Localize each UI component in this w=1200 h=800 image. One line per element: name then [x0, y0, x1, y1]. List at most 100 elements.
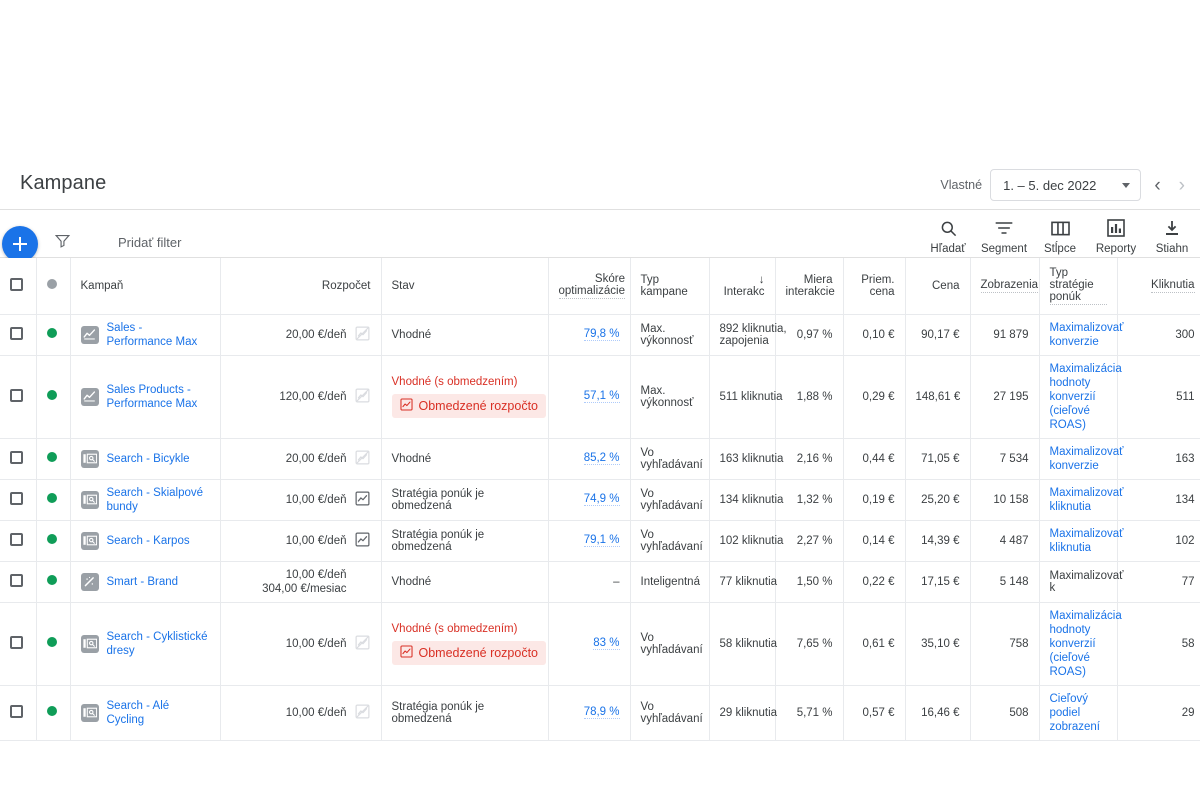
row-checkbox[interactable]: [10, 450, 23, 464]
header-state[interactable]: Stav: [381, 258, 549, 315]
download-button[interactable]: Stiahn: [1144, 214, 1200, 255]
row-status-cell[interactable]: [36, 355, 71, 439]
prev-period-button[interactable]: ‹: [1149, 176, 1165, 195]
row-checkbox-cell[interactable]: [0, 520, 37, 562]
columns-button[interactable]: Stĺpce: [1032, 214, 1088, 255]
bid-strategy-link[interactable]: Maximalizácia hodnoty konverzií (cieľové…: [1050, 610, 1122, 678]
header-clicks[interactable]: Kliknutia: [1117, 258, 1200, 315]
budget-chart-icon[interactable]: [355, 326, 371, 344]
campaign-link[interactable]: Smart - Brand: [107, 575, 179, 589]
budget-value: 10,00 €/deň: [285, 706, 347, 719]
impressions-value: 5 148: [999, 575, 1029, 588]
table-row[interactable]: Search - Alé Cycling 10,00 €/deň Stratégia…: [0, 685, 1200, 741]
table-row[interactable]: Search - Cyklistické dresy 10,00 €/deň Vho…: [0, 602, 1200, 686]
bid-strategy-link[interactable]: Maximalizovať konverzie: [1050, 322, 1124, 348]
campaign-link[interactable]: Sales - Performance Max: [107, 321, 210, 349]
budget-chart-icon[interactable]: [355, 388, 371, 406]
row-checkbox[interactable]: [10, 704, 23, 718]
select-all-header[interactable]: [0, 258, 37, 315]
row-status-cell[interactable]: [36, 314, 71, 356]
budget-chart-icon[interactable]: [355, 450, 371, 468]
reports-button[interactable]: Reporty: [1088, 214, 1144, 255]
avg-cost-value: 0,10 €: [862, 328, 895, 341]
optimization-score-value[interactable]: 74,9 %: [583, 493, 620, 506]
add-filter-label[interactable]: Pridať filter: [118, 235, 181, 250]
next-period-button[interactable]: ›: [1174, 176, 1190, 195]
header-campaign[interactable]: Kampaň: [70, 258, 221, 315]
row-checkbox[interactable]: [10, 635, 23, 649]
interactions-cell: 102 kliknutia: [709, 520, 783, 562]
table-row[interactable]: Search - Bicykle 20,00 €/deň Vhodné 85,2 % V…: [0, 438, 1200, 480]
header-interaction-rate[interactable]: Miera interakcie: [775, 258, 844, 315]
table-row[interactable]: Search - Skialpové bundy 10,00 €/deň Strat…: [0, 479, 1200, 521]
row-checkbox[interactable]: [10, 532, 23, 546]
table-row[interactable]: Sales Products - Performance Max 120,00 €…: [0, 355, 1200, 439]
row-checkbox-cell[interactable]: [0, 602, 37, 686]
optimization-score-value[interactable]: 79,8 %: [583, 328, 620, 341]
table-row[interactable]: Search - Karpos 10,00 €/deň Stratégia ponú…: [0, 520, 1200, 562]
row-status-cell[interactable]: [36, 561, 71, 603]
budget-chart-icon[interactable]: [355, 532, 371, 550]
impressions-cell: 5 148: [970, 561, 1040, 603]
add-campaign-button[interactable]: [2, 226, 38, 262]
state-cell: Vhodné: [381, 438, 549, 480]
optimization-score-value[interactable]: 85,2 %: [583, 452, 620, 465]
row-status-cell[interactable]: [36, 438, 71, 480]
campaign-link[interactable]: Search - Alé Cycling: [107, 699, 210, 727]
row-checkbox-cell[interactable]: [0, 479, 37, 521]
row-checkbox-cell[interactable]: [0, 438, 37, 480]
optimization-score-value[interactable]: 78,9 %: [583, 706, 620, 719]
date-range-picker[interactable]: 1. – 5. dec 2022: [990, 169, 1142, 201]
header-bid-strategy[interactable]: Typ stratégie ponúk: [1039, 258, 1118, 315]
limited-budget-chip[interactable]: Obmedzené rozpočto: [391, 640, 547, 665]
clicks-value: 134: [1175, 493, 1195, 506]
segment-button[interactable]: Segment: [976, 214, 1032, 255]
status-dot-icon: [46, 452, 57, 462]
budget-chart-icon[interactable]: [355, 491, 371, 509]
row-status-cell[interactable]: [36, 479, 71, 521]
optimization-score-value[interactable]: 83 %: [593, 637, 620, 650]
bid-strategy-link[interactable]: Maximalizovať kliknutia: [1050, 528, 1124, 554]
header-budget[interactable]: Rozpočet: [220, 258, 382, 315]
bid-strategy-link[interactable]: Cieľový podiel zobrazení: [1050, 693, 1101, 733]
status-dot-icon: [46, 706, 57, 716]
row-checkbox-cell[interactable]: [0, 561, 37, 603]
budget-chart-icon[interactable]: [355, 704, 371, 722]
campaign-link[interactable]: Search - Bicykle: [107, 452, 190, 466]
row-checkbox-cell[interactable]: [0, 314, 37, 356]
clicks-cell: 134: [1117, 479, 1200, 521]
optimization-score-value[interactable]: 57,1 %: [583, 390, 620, 403]
filter-icon[interactable]: [54, 232, 71, 254]
bid-strategy-link[interactable]: Maximalizácia hodnoty konverzií (cieľové…: [1050, 363, 1122, 431]
row-checkbox[interactable]: [10, 388, 23, 402]
table-row[interactable]: Sales - Performance Max 20,00 €/deň Vhodné…: [0, 314, 1200, 356]
select-all-checkbox[interactable]: [10, 277, 23, 291]
row-checkbox[interactable]: [10, 573, 23, 587]
row-status-cell[interactable]: [36, 602, 71, 686]
cost-cell: 35,10 €: [905, 602, 971, 686]
campaign-link[interactable]: Search - Karpos: [107, 534, 190, 548]
campaign-link[interactable]: Sales Products - Performance Max: [107, 383, 210, 411]
row-checkbox[interactable]: [10, 326, 23, 340]
row-status-cell[interactable]: [36, 520, 71, 562]
row-status-cell[interactable]: [36, 685, 71, 741]
header-interactions[interactable]: ↓ Interakc: [709, 258, 776, 315]
header-cost[interactable]: Cena: [905, 258, 971, 315]
bid-strategy-link[interactable]: Maximalizovať kliknutia: [1050, 487, 1124, 513]
header-avg-cost[interactable]: Priem. cena: [843, 258, 906, 315]
impressions-value: 10 158: [993, 493, 1029, 506]
row-checkbox-cell[interactable]: [0, 355, 37, 439]
campaign-link[interactable]: Search - Skialpové bundy: [107, 486, 210, 514]
bid-strategy-link[interactable]: Maximalizovať konverzie: [1050, 446, 1124, 472]
header-impressions[interactable]: Zobrazenia: [970, 258, 1040, 315]
row-checkbox[interactable]: [10, 491, 23, 505]
search-button[interactable]: Hľadať: [920, 214, 976, 255]
table-row[interactable]: Smart - Brand 10,00 €/deň 304,00 €/mesiac V…: [0, 561, 1200, 603]
header-optimization-score[interactable]: Skóre optimalizácie: [548, 258, 631, 315]
campaign-link[interactable]: Search - Cyklistické dresy: [107, 630, 210, 658]
row-checkbox-cell[interactable]: [0, 685, 37, 741]
budget-chart-icon[interactable]: [355, 635, 371, 653]
limited-budget-chip[interactable]: Obmedzené rozpočto: [391, 393, 547, 418]
header-campaign-type[interactable]: Typ kampane: [630, 258, 710, 315]
optimization-score-value[interactable]: 79,1 %: [583, 534, 620, 547]
